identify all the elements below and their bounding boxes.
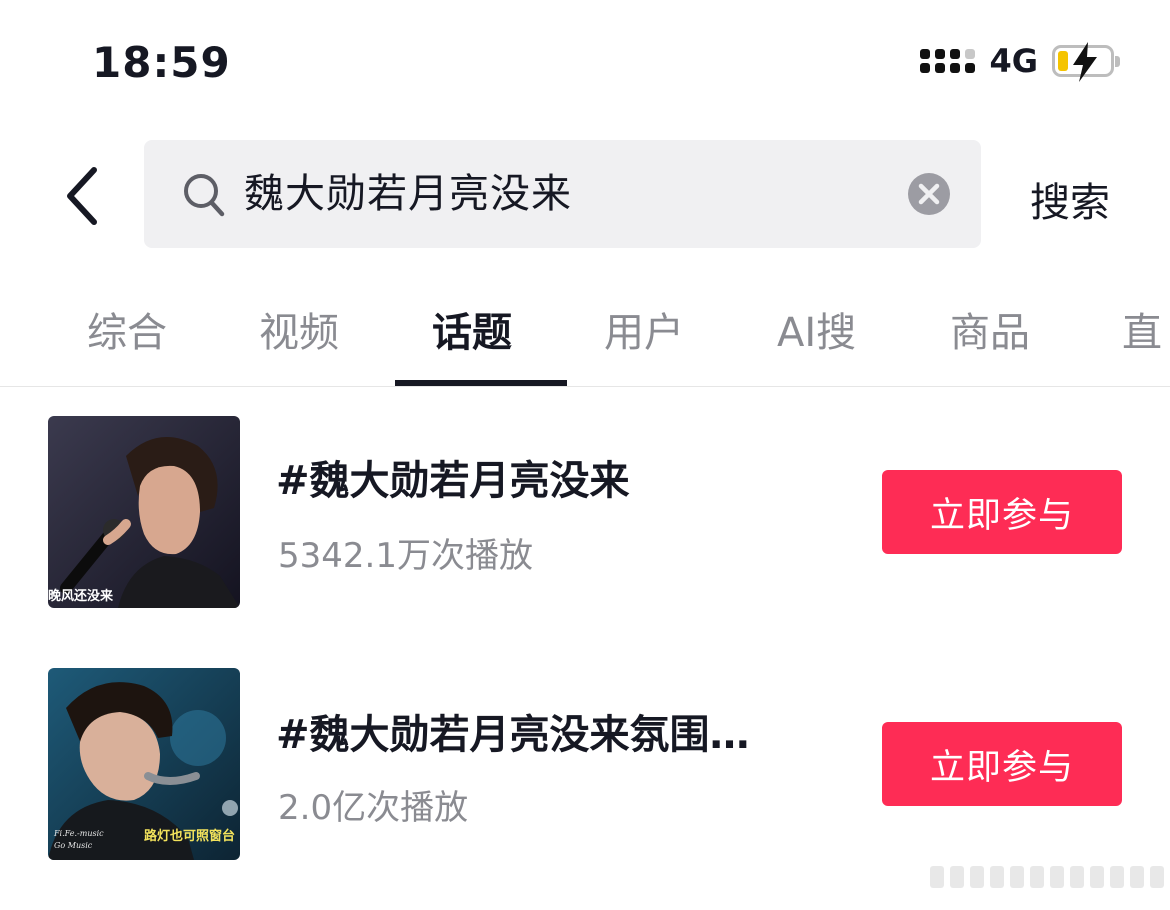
- tab-comprehensive[interactable]: 综合: [87, 300, 167, 358]
- topic-title[interactable]: #魏大勋若月亮没来氛围…: [276, 702, 750, 760]
- thumbnail-caption: 晚风还没来: [48, 588, 114, 604]
- search-input[interactable]: 魏大勋若月亮没来: [244, 162, 572, 226]
- tab-topics[interactable]: 话题: [432, 300, 512, 358]
- tab-live[interactable]: 直: [1122, 300, 1162, 358]
- tab-videos[interactable]: 视频: [259, 300, 339, 358]
- join-button[interactable]: 立即参与: [882, 722, 1122, 806]
- thumbnail-caption: 路灯也可照窗台: [144, 828, 235, 844]
- watermark: [930, 866, 1164, 888]
- back-icon[interactable]: [60, 166, 110, 226]
- active-tab-indicator: [395, 380, 567, 386]
- tab-bar: 综合 视频 话题 用户 AI搜 商品 直: [0, 292, 1170, 387]
- clear-icon[interactable]: [907, 172, 951, 220]
- tab-ai-search[interactable]: AI搜: [777, 300, 856, 358]
- tab-products[interactable]: 商品: [950, 300, 1030, 358]
- status-indicators: 4G: [920, 42, 1120, 82]
- search-bar[interactable]: 魏大勋若月亮没来: [144, 140, 981, 248]
- svg-text:Fi.Fe.-music: Fi.Fe.-music: [53, 829, 104, 838]
- play-count: 2.0亿次播放: [278, 788, 469, 828]
- play-count: 5342.1万次播放: [278, 536, 533, 576]
- list-item[interactable]: Fi.Fe.-music Go Music 路灯也可照窗台 #魏大勋若月亮没来氛…: [0, 668, 1170, 868]
- search-button[interactable]: 搜索: [1030, 170, 1110, 228]
- tab-users[interactable]: 用户: [604, 300, 684, 358]
- join-button[interactable]: 立即参与: [882, 470, 1122, 554]
- network-type: 4G: [989, 42, 1038, 80]
- topic-thumbnail[interactable]: 晚风还没来: [48, 416, 240, 608]
- topic-title[interactable]: #魏大勋若月亮没来: [276, 448, 630, 506]
- svg-text:Go Music: Go Music: [54, 841, 93, 850]
- battery-icon: [1052, 42, 1120, 82]
- search-icon: [182, 172, 226, 222]
- status-time: 18:59: [92, 38, 231, 87]
- signal-icon: [920, 49, 976, 73]
- topic-thumbnail[interactable]: Fi.Fe.-music Go Music 路灯也可照窗台: [48, 668, 240, 860]
- list-item[interactable]: 晚风还没来 #魏大勋若月亮没来 5342.1万次播放 立即参与: [0, 416, 1170, 616]
